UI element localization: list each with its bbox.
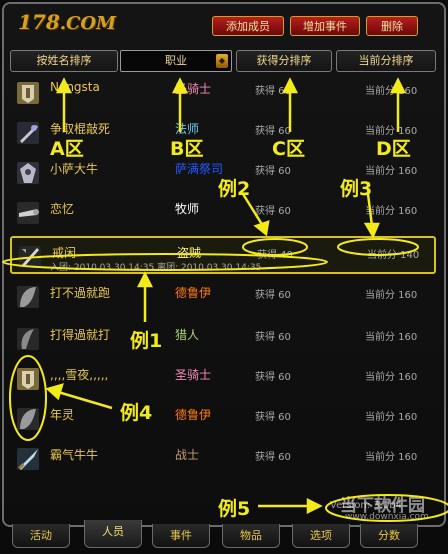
annotation-zone-d: D区 (376, 138, 411, 160)
annotation-zone-c: C区 (272, 138, 305, 160)
annotation-overlay (2, 77, 448, 522)
annotation-zone-a: A区 (50, 138, 84, 160)
annotation-example-3: 例3 (340, 178, 373, 200)
annotation-example-4: 例4 (120, 402, 153, 424)
annotation-example-2: 例2 (218, 178, 251, 200)
annotation-zone-b: B区 (170, 138, 204, 160)
annotation-example-5: 例5 (218, 498, 251, 520)
annotation-example-1: 例1 (130, 330, 163, 352)
